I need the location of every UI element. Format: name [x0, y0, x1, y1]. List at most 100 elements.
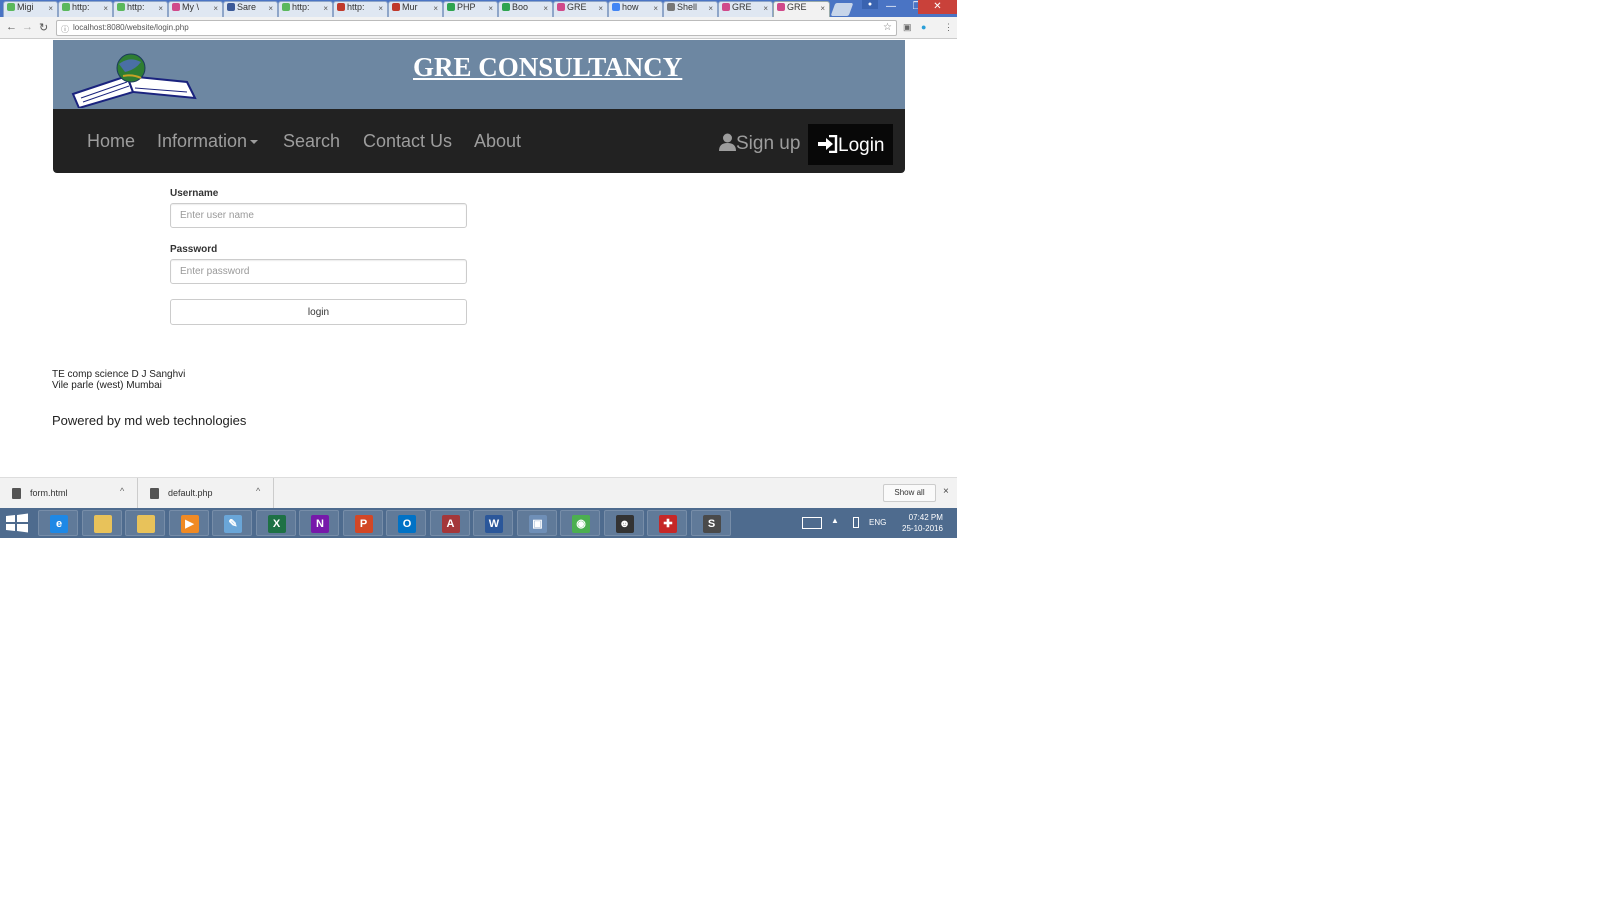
password-input[interactable]: [170, 259, 467, 284]
show-all-downloads-button[interactable]: Show all: [883, 484, 936, 502]
browser-tab[interactable]: http: ×: [113, 1, 168, 17]
tab-close-icon[interactable]: ×: [378, 4, 383, 13]
tab-favicon: [7, 3, 15, 11]
download-item[interactable]: form.html ^: [0, 478, 138, 508]
tab-title: Migi: [17, 2, 34, 12]
browser-tab[interactable]: Migi ×: [3, 1, 58, 17]
tab-title: My \: [182, 2, 199, 12]
language-indicator[interactable]: ENG: [869, 518, 886, 527]
nav-login-link[interactable]: Login: [808, 124, 893, 165]
taskbar-app-button[interactable]: ☻: [603, 510, 644, 536]
profile-icon[interactable]: ●: [862, 0, 878, 9]
tab-close-icon[interactable]: ×: [488, 4, 493, 13]
login-submit-button[interactable]: login: [170, 299, 467, 325]
main-navbar: Home Information Search Contact Us About…: [53, 109, 905, 173]
tab-close-icon[interactable]: ×: [158, 4, 163, 13]
address-bar[interactable]: ⓘ localhost:8080/website/login.php ☆: [56, 20, 897, 36]
tab-close-icon[interactable]: ×: [598, 4, 603, 13]
nav-home-link[interactable]: Home: [87, 131, 135, 152]
nav-about-link[interactable]: About: [474, 131, 521, 152]
download-item[interactable]: default.php ^: [138, 478, 274, 508]
taskbar-app-button[interactable]: A: [429, 510, 470, 536]
tab-title: GRE: [787, 2, 807, 12]
clock-date: 25-10-2016: [902, 524, 943, 533]
tray-expand-icon[interactable]: ▲: [831, 516, 839, 525]
nav-search-link[interactable]: Search: [283, 131, 340, 152]
browser-tab[interactable]: Boo ×: [498, 1, 553, 17]
taskbar-app-button[interactable]: S: [690, 510, 731, 536]
browser-tab[interactable]: PHP ×: [443, 1, 498, 17]
tab-close-icon[interactable]: ×: [323, 4, 328, 13]
clock[interactable]: 07:42 PM 25-10-2016: [902, 512, 943, 534]
paint-icon: ✎: [224, 515, 242, 533]
browser-tab-active[interactable]: GRE ×: [773, 1, 830, 17]
taskbar-app-button[interactable]: W: [473, 510, 513, 536]
forward-arrow-icon[interactable]: →: [22, 21, 33, 33]
taskbar-app-button[interactable]: O: [386, 510, 426, 536]
browser-tab[interactable]: http: ×: [333, 1, 388, 17]
taskbar-app-button[interactable]: [125, 510, 165, 536]
tab-close-icon[interactable]: ×: [763, 4, 768, 13]
browser-tab[interactable]: Mur ×: [388, 1, 443, 17]
tab-title: Mur: [402, 2, 418, 12]
file-explorer-icon: [93, 515, 112, 533]
menu-icon[interactable]: ⋮: [944, 22, 953, 33]
tab-close-icon[interactable]: ×: [820, 4, 825, 13]
tab-close-icon[interactable]: ×: [433, 4, 438, 13]
cast-icon[interactable]: ▣: [903, 22, 912, 33]
taskbar-app-button[interactable]: N: [299, 510, 339, 536]
tab-close-icon[interactable]: ×: [653, 4, 658, 13]
taskbar-app-button[interactable]: ◉: [560, 510, 600, 536]
browser-tab[interactable]: GRE ×: [553, 1, 608, 17]
windows-start-icon[interactable]: [4, 512, 30, 534]
browser-tab[interactable]: http: ×: [58, 1, 113, 17]
tab-favicon: [62, 3, 70, 11]
tab-close-icon[interactable]: ×: [103, 4, 108, 13]
browser-tab[interactable]: http: ×: [278, 1, 333, 17]
browser-tab[interactable]: GRE ×: [718, 1, 773, 17]
bookmark-star-icon[interactable]: ☆: [883, 21, 892, 35]
tab-close-icon[interactable]: ×: [48, 4, 53, 13]
window-close-button[interactable]: ✕: [918, 0, 957, 14]
tab-favicon: [227, 3, 235, 11]
taskbar-app-button[interactable]: ▶: [168, 510, 209, 536]
battery-icon[interactable]: [853, 517, 859, 528]
tab-favicon: [392, 3, 400, 11]
back-arrow-icon[interactable]: ←: [6, 21, 17, 33]
nav-contact-link[interactable]: Contact Us: [363, 131, 452, 152]
username-input[interactable]: [170, 203, 467, 228]
chevron-up-icon[interactable]: ^: [256, 486, 260, 496]
taskbar-app-button[interactable]: X: [255, 510, 296, 536]
chevron-up-icon[interactable]: ^: [120, 486, 124, 496]
tab-favicon: [172, 3, 180, 11]
nav-signup-link[interactable]: Sign up: [719, 133, 800, 155]
taskbar-app-button[interactable]: ✎: [212, 510, 252, 536]
download-filename: default.php: [168, 488, 213, 498]
taskbar-app-button[interactable]: P: [342, 510, 383, 536]
tab-close-icon[interactable]: ×: [268, 4, 273, 13]
skype-extension-icon[interactable]: ●: [921, 22, 926, 32]
tab-close-icon[interactable]: ×: [213, 4, 218, 13]
footer-address-line1: TE comp science D J Sanghvi: [52, 369, 186, 380]
nav-information-dropdown[interactable]: Information: [157, 131, 259, 152]
browser-tab[interactable]: Shell ×: [663, 1, 718, 17]
window-minimize-button[interactable]: —: [878, 0, 904, 14]
taskbar-app-button[interactable]: [81, 510, 122, 536]
browser-tab[interactable]: My \ ×: [168, 1, 223, 17]
site-title[interactable]: GRE CONSULTANCY: [413, 52, 682, 83]
taskbar-app-button[interactable]: ▣: [516, 510, 557, 536]
taskbar-app-button[interactable]: ✚: [647, 510, 687, 536]
tab-close-icon[interactable]: ×: [708, 4, 713, 13]
tab-close-icon[interactable]: ×: [543, 4, 548, 13]
onenote-icon: N: [311, 515, 329, 533]
tab-title: PHP: [457, 2, 476, 12]
keyboard-icon[interactable]: [802, 517, 822, 529]
browser-tab[interactable]: Sare ×: [223, 1, 278, 17]
reload-icon[interactable]: ↻: [39, 21, 48, 34]
browser-tab[interactable]: how ×: [608, 1, 663, 17]
new-tab-button[interactable]: [830, 3, 854, 16]
close-download-bar-icon[interactable]: ×: [943, 486, 949, 497]
sublime-text-icon: S: [702, 515, 721, 533]
taskbar-app-button[interactable]: e: [38, 510, 78, 536]
page-info-icon[interactable]: ⓘ: [61, 23, 69, 37]
